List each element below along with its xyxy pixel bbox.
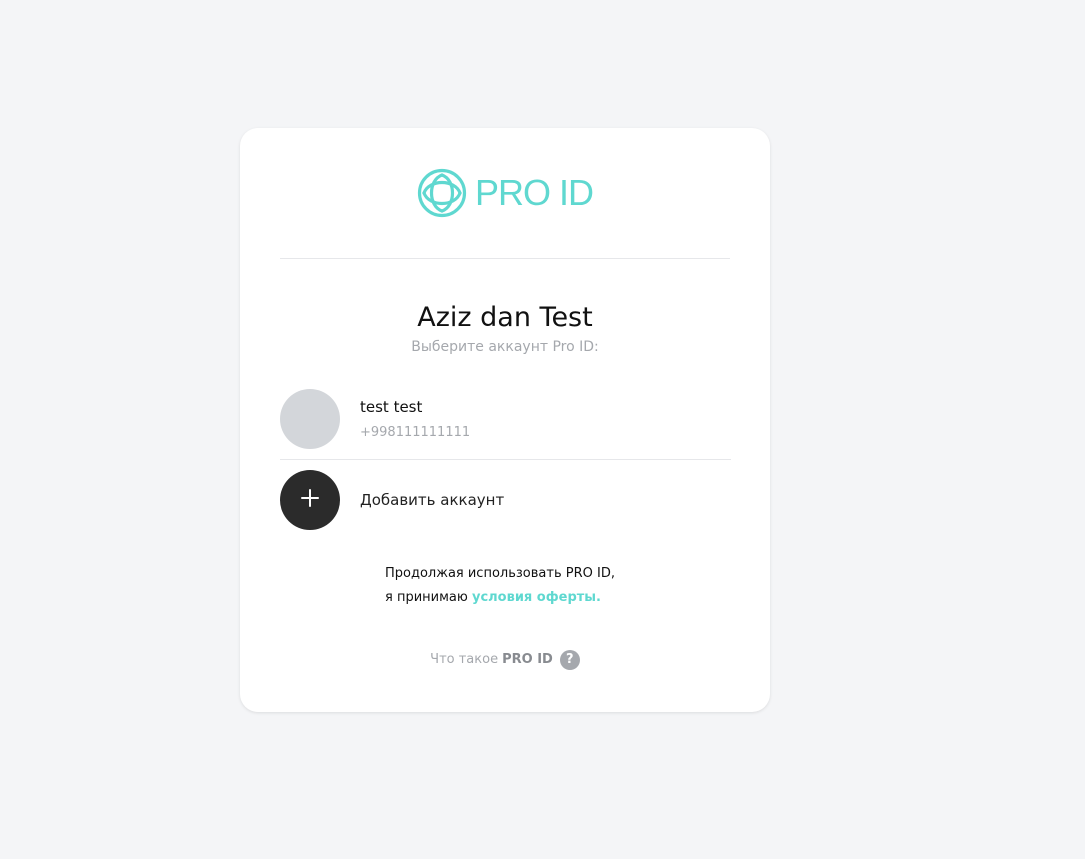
account-divider xyxy=(280,459,731,460)
logo-text: PRO ID xyxy=(475,172,594,213)
terms-notice: Продолжая использовать PRO ID, я принима… xyxy=(385,562,615,610)
pro-id-logo: PRO ID xyxy=(417,168,594,218)
what-is-brand: PRO ID xyxy=(502,652,553,667)
avatar xyxy=(280,389,340,449)
page-title: Aziz dan Test xyxy=(417,302,593,333)
plus-icon xyxy=(300,488,320,512)
question-icon[interactable]: ? xyxy=(559,650,580,670)
account-name: test test xyxy=(360,398,423,416)
add-account-button[interactable]: Добавить аккаунт xyxy=(280,470,731,530)
terms-prefix: я принимаю xyxy=(385,590,468,605)
terms-offer-link[interactable]: условия оферты. xyxy=(472,590,601,605)
terms-line-2: я принимаю условия оферты. xyxy=(385,586,615,610)
terms-line-1: Продолжая использовать PRO ID, xyxy=(385,566,615,581)
what-is-pro-id-link[interactable]: Что такое PRO ID ? xyxy=(240,650,770,670)
header-divider xyxy=(280,258,730,259)
globe-icon xyxy=(417,168,467,218)
account-chooser-card: PRO ID Aziz dan Test Выберите аккаунт Pr… xyxy=(240,128,770,712)
what-is-prefix: Что такое xyxy=(430,652,499,667)
add-account-label: Добавить аккаунт xyxy=(360,491,505,509)
account-phone: +998111111111 xyxy=(360,425,471,440)
account-item[interactable]: test test +998111111111 xyxy=(280,388,731,460)
add-account-circle xyxy=(280,470,340,530)
page-subtitle: Выберите аккаунт Pro ID: xyxy=(411,339,599,355)
